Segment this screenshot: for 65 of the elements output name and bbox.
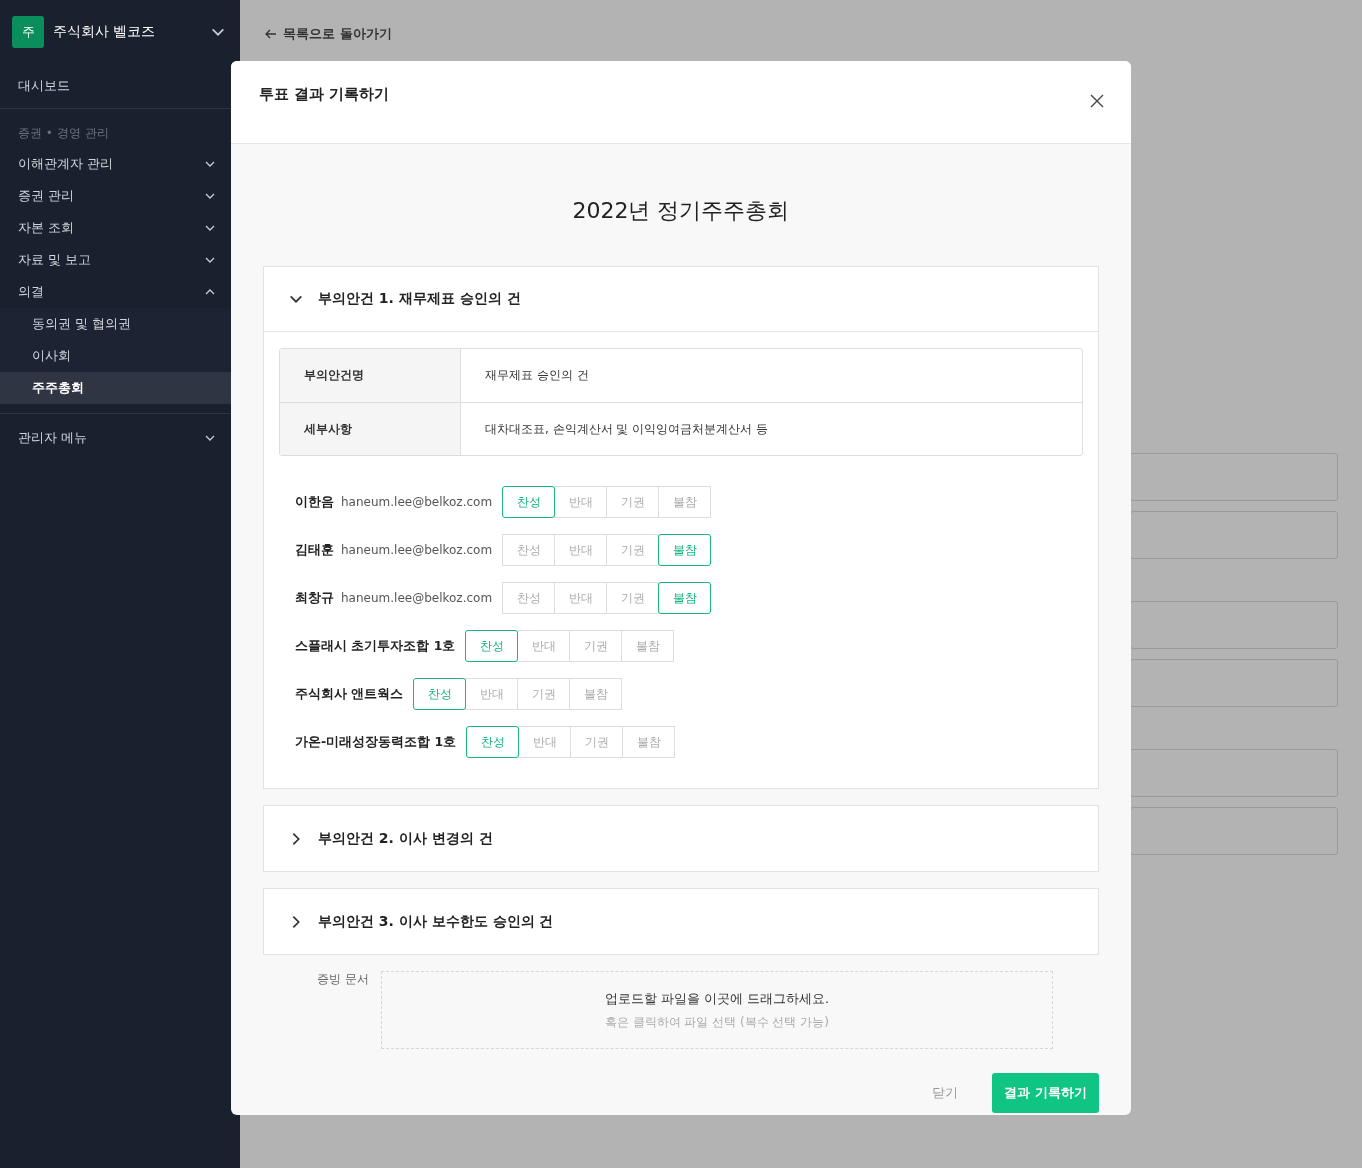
vote-option[interactable]: 불참 [621,630,675,662]
vote-option[interactable]: 기권 [570,726,624,758]
vote-option[interactable]: 찬성 [502,582,556,614]
arrow-left-icon [264,27,278,41]
sidebar-item[interactable]: 이해관계자 관리 [0,148,231,180]
vote-option[interactable]: 반대 [554,582,608,614]
submit-button[interactable]: 결과 기록하기 [992,1073,1099,1113]
close-icon [1089,93,1105,109]
sidebar-subitem[interactable]: 이사회 [0,340,231,372]
sidebar-item[interactable]: 관리자 메뉴 [0,422,231,454]
info-value: 재무제표 승인의 건 [484,367,589,384]
meeting-title: 2022년 정기주주총회 [571,197,791,225]
vote-option[interactable]: 기권 [606,534,660,566]
vote-option[interactable]: 기권 [606,582,660,614]
vote-option[interactable]: 불참 [569,678,623,710]
voter-email: haneum.lee@belkoz.com [341,495,493,509]
info-label: 세부사항 [280,403,461,455]
voter-name: 스플래시 초기투자조합 1호 [295,637,456,655]
company-badge: 주 [12,16,44,48]
sidebar-item[interactable]: 자본 조회 [0,212,231,244]
vote-option[interactable]: 불참 [658,582,712,614]
agenda-header[interactable]: 부의안건 1. 재무제표 승인의 건 [264,267,1098,332]
voter-name: 김태훈 [295,541,334,559]
section-label: 증권 • 경영 관리 [17,125,110,142]
close-button[interactable] [1089,93,1105,109]
modal-title: 투표 결과 기록하기 [259,85,390,104]
agenda-header[interactable]: 부의안건 2. 이사 변경의 건 [264,806,1098,871]
voter-name: 가온-미래성장동력조합 1호 [295,733,457,751]
company-name[interactable]: 주식회사 벨코즈 [53,23,201,41]
agenda-header[interactable]: 부의안건 3. 이사 보수한도 승인의 건 [264,889,1098,954]
sidebar-item[interactable]: 의결 [0,276,231,308]
vote-option[interactable]: 불참 [658,486,712,518]
drop-zone-text: 업로드할 파일을 이곳에 드래그하세요. [604,989,830,1008]
info-value: 대차대조표, 손익계산서 및 이익잉여금처분계산서 등 [484,420,769,438]
vote-option[interactable]: 반대 [465,678,519,710]
file-drop-zone[interactable]: 업로드할 파일을 이곳에 드래그하세요. 혹은 클릭하여 파일 선택 (복수 선택 가능) [380,971,1053,1049]
vote-option[interactable]: 기권 [606,486,660,518]
vote-option[interactable]: 반대 [554,486,608,518]
vote-option[interactable]: 찬성 [502,534,556,566]
vote-option[interactable]: 찬성 [413,678,467,710]
close-text-button[interactable]: 닫기 [926,1083,965,1103]
voter-email: haneum.lee@belkoz.com [341,591,493,605]
drop-zone-hint: 혹은 클릭하여 파일 선택 (복수 선택 가능) [604,1013,829,1031]
sidebar-subitem[interactable]: 주주총회 [0,372,231,404]
vote-option[interactable]: 찬성 [502,486,556,518]
vote-option[interactable]: 반대 [517,630,571,662]
vote-option[interactable]: 기권 [517,678,571,710]
vote-option[interactable]: 반대 [518,726,572,758]
voter-name: 이한음 [295,493,334,511]
sidebar-item[interactable]: 자료 및 보고 [0,244,231,276]
sidebar-item[interactable]: 증권 관리 [0,180,231,212]
info-label: 부의안건명 [280,349,461,402]
vote-option[interactable]: 불참 [658,534,712,566]
vote-option[interactable]: 찬성 [465,630,519,662]
vote-option[interactable]: 불참 [622,726,676,758]
sidebar-subitem[interactable]: 동의권 및 협의권 [0,308,231,340]
vote-option[interactable]: 찬성 [466,726,520,758]
upload-label: 증빙 문서 [317,971,369,988]
vote-option[interactable]: 기권 [569,630,623,662]
back-link[interactable]: 목록으로 돌아가기 [264,25,392,43]
voter-name: 주식회사 앤트웍스 [295,685,404,703]
vote-option[interactable]: 반대 [554,534,608,566]
voter-email: haneum.lee@belkoz.com [341,543,493,557]
voter-name: 최창규 [295,589,334,607]
sidebar-item[interactable]: 대시보드 [0,64,231,108]
